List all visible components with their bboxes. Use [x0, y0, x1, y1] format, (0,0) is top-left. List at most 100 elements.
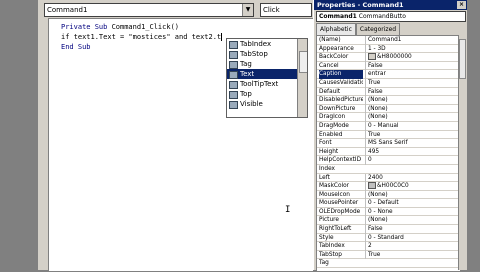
property-row[interactable]: Style 0 - Standard — [317, 233, 460, 243]
object-combo[interactable]: Command1 ▼ — [44, 3, 254, 17]
intellisense-item[interactable]: Tag — [227, 59, 307, 69]
property-value[interactable]: (None) — [365, 190, 460, 200]
intellisense-item[interactable]: Text — [227, 69, 307, 79]
intellisense-scrollbar[interactable] — [297, 39, 307, 117]
property-value-text: (None) — [368, 114, 388, 121]
property-value[interactable]: True — [365, 130, 460, 140]
property-value-text: 0 — [368, 157, 372, 164]
property-row[interactable]: Height 495 — [317, 147, 460, 157]
property-value[interactable]: 0 - Default — [365, 199, 460, 208]
property-row[interactable]: MousePointer 0 - Default — [317, 199, 460, 208]
property-icon — [229, 91, 238, 99]
property-name: MouseIcon — [319, 191, 350, 198]
property-name: TabStop — [319, 251, 342, 258]
scroll-thumb[interactable] — [299, 51, 307, 73]
property-value[interactable]: (None) — [365, 104, 460, 114]
code-keyword: Private Sub — [61, 23, 108, 31]
property-row[interactable]: BackColor &H8000000 — [317, 53, 460, 62]
code-line-2: if text1.Text = "mostices" and text2.t — [61, 33, 223, 41]
property-value[interactable]: True — [365, 78, 460, 88]
property-value-text: True — [368, 79, 381, 86]
property-row[interactable]: DisabledPicture (None) — [317, 96, 460, 105]
property-value[interactable]: 0 - Standard — [365, 233, 460, 243]
property-row[interactable]: TabIndex 2 — [317, 242, 460, 251]
property-name: Cancel — [319, 62, 339, 69]
code-line-1: Private Sub Command1_Click() — [61, 23, 179, 31]
property-row[interactable]: Enabled True — [317, 130, 460, 140]
property-row[interactable]: OLEDropMode 0 - None — [317, 207, 460, 217]
property-row[interactable]: DragMode 0 - Manual — [317, 121, 460, 131]
property-row[interactable]: Index — [317, 165, 460, 174]
property-value[interactable]: (None) — [365, 96, 460, 105]
property-value[interactable]: Command1 — [365, 36, 460, 45]
intellisense-item[interactable]: TabStop — [227, 49, 307, 59]
properties-object-combo[interactable]: Command1 CommandButto — [316, 11, 466, 22]
property-name: DragMode — [319, 122, 349, 129]
properties-scrollbar[interactable] — [458, 35, 467, 270]
property-name: MousePointer — [319, 200, 359, 207]
intellisense-items: TabIndex TabStop Tag Text ToolTipText Top Visi… — [227, 39, 307, 109]
property-value[interactable]: False — [365, 61, 460, 71]
intellisense-item[interactable]: TabIndex — [227, 39, 307, 49]
property-value-text: 0 - None — [368, 208, 393, 215]
property-name: BackColor — [319, 54, 349, 61]
property-name: Left — [319, 174, 330, 181]
property-row[interactable]: MaskColor &H00C0C0 — [317, 182, 460, 191]
property-value[interactable]: &H00C0C0 — [365, 182, 460, 191]
property-row[interactable]: CausesValidatio True — [317, 78, 460, 88]
property-value[interactable]: (None) — [365, 216, 460, 226]
property-name: Appearance — [319, 45, 354, 52]
property-row[interactable]: HelpContextID 0 — [317, 156, 460, 165]
property-name: Height — [319, 148, 339, 155]
property-value[interactable]: False — [365, 225, 460, 234]
property-value[interactable]: (None) — [365, 113, 460, 122]
tab-alphabetic[interactable]: Alphabetic — [316, 23, 356, 35]
property-row[interactable]: Cancel False — [317, 61, 460, 71]
property-row[interactable]: Caption entrar — [317, 70, 460, 79]
property-value[interactable]: False — [365, 87, 460, 97]
property-name: DisabledPicture — [319, 97, 363, 104]
property-value[interactable]: 0 - Manual — [365, 121, 460, 131]
code-text: if text1.Text = "mostices" and text2.t — [61, 33, 222, 41]
property-row[interactable]: (Name) Command1 — [317, 36, 460, 45]
tab-categorized[interactable]: Categorized — [355, 23, 401, 35]
properties-window: Properties - Command1 × Command1 Command… — [313, 0, 467, 272]
property-row[interactable]: Font MS Sans Serif — [317, 139, 460, 148]
property-value[interactable]: 0 — [365, 156, 460, 165]
property-row[interactable]: DragIcon (None) — [317, 113, 460, 122]
property-row[interactable]: TabStop True — [317, 250, 460, 260]
property-row[interactable]: RightToLeft False — [317, 225, 460, 234]
procedure-combo-value: Click — [263, 6, 280, 14]
property-value[interactable]: 2400 — [365, 173, 460, 183]
property-value[interactable]: 1 - 3D — [365, 44, 460, 54]
close-icon[interactable]: × — [457, 1, 466, 9]
intellisense-item[interactable]: Top — [227, 89, 307, 99]
property-value[interactable]: MS Sans Serif — [365, 139, 460, 148]
property-value[interactable]: 0 - None — [365, 207, 460, 217]
intellisense-list[interactable]: TabIndex TabStop Tag Text ToolTipText Top Visi… — [226, 38, 308, 118]
property-name: DownPicture — [319, 105, 356, 112]
property-value[interactable]: entrar — [365, 70, 460, 79]
property-row[interactable]: Left 2400 — [317, 173, 460, 183]
property-row[interactable]: DownPicture (None) — [317, 104, 460, 114]
property-row[interactable]: Default False — [317, 87, 460, 97]
property-row[interactable]: MouseIcon (None) — [317, 190, 460, 200]
property-row[interactable]: Appearance 1 - 3D — [317, 44, 460, 54]
property-row[interactable]: Tag — [317, 259, 460, 269]
intellisense-item-label: ToolTipText — [240, 80, 279, 88]
ibeam-cursor-icon: I — [285, 205, 291, 215]
property-value[interactable]: 495 — [365, 147, 460, 157]
intellisense-item-label: TabStop — [240, 50, 268, 58]
property-icon — [229, 71, 238, 79]
property-value[interactable]: 2 — [365, 242, 460, 251]
scroll-thumb[interactable] — [459, 39, 466, 79]
property-value[interactable]: &H8000000 — [365, 53, 460, 62]
property-name: DragIcon — [319, 114, 346, 121]
property-value[interactable]: True — [365, 250, 460, 260]
intellisense-item[interactable]: Visible — [227, 99, 307, 109]
property-row[interactable]: Picture (None) — [317, 216, 460, 226]
intellisense-item[interactable]: ToolTipText — [227, 79, 307, 89]
procedure-combo[interactable]: Click — [260, 3, 312, 17]
chevron-down-icon[interactable]: ▼ — [242, 4, 253, 16]
property-value-text: False — [368, 88, 383, 95]
